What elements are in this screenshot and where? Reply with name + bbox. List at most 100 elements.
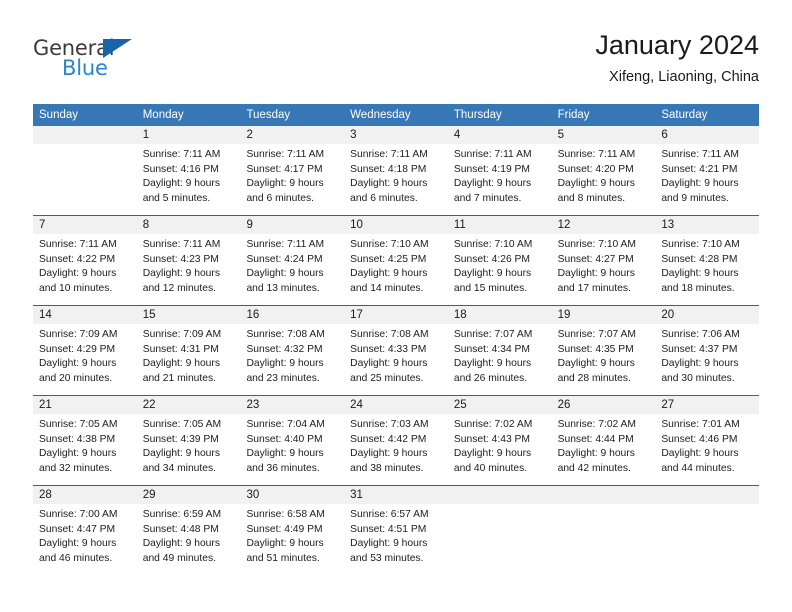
day-cell[interactable]: Sunrise: 7:04 AM Sunset: 4:40 PM Daylight:… xyxy=(240,414,344,485)
sunset-text: Sunset: 4:26 PM xyxy=(453,253,531,265)
daylight-text: Daylight: 9 hours and 25 minutes. xyxy=(350,358,428,385)
day-cell[interactable]: Sunrise: 7:11 AM Sunset: 4:24 PM Daylight:… xyxy=(240,234,344,305)
daylight-text: Daylight: 9 hours and 8 minutes. xyxy=(557,178,635,205)
day-cell[interactable]: Sunrise: 7:08 AM Sunset: 4:32 PM Daylight:… xyxy=(240,324,344,395)
day-number[interactable]: 8 xyxy=(137,216,241,234)
day-cell[interactable]: Sunrise: 6:59 AM Sunset: 4:48 PM Daylight:… xyxy=(137,504,241,578)
day-cell[interactable]: Sunrise: 7:10 AM Sunset: 4:27 PM Daylight:… xyxy=(552,234,656,305)
day-cell[interactable]: Sunrise: 7:00 AM Sunset: 4:47 PM Daylight:… xyxy=(33,504,137,578)
daylight-text: Daylight: 9 hours and 18 minutes. xyxy=(661,268,739,295)
day-number[interactable]: 19 xyxy=(552,306,656,324)
day-number[interactable]: 16 xyxy=(240,306,344,324)
day-cell[interactable]: Sunrise: 7:06 AM Sunset: 4:37 PM Daylight:… xyxy=(655,324,759,395)
day-cell[interactable]: Sunrise: 7:10 AM Sunset: 4:25 PM Daylight:… xyxy=(344,234,448,305)
day-cell[interactable]: Sunrise: 7:09 AM Sunset: 4:29 PM Daylight:… xyxy=(33,324,137,395)
day-cell[interactable]: Sunrise: 6:57 AM Sunset: 4:51 PM Daylight:… xyxy=(344,504,448,578)
generalblue-logo[interactable]: General Blue xyxy=(33,36,233,92)
day-cell[interactable]: Sunrise: 7:11 AM Sunset: 4:23 PM Daylight:… xyxy=(137,234,241,305)
sunset-text: Sunset: 4:38 PM xyxy=(39,433,116,445)
daylight-text: Daylight: 9 hours and 34 minutes. xyxy=(142,448,220,475)
day-cell[interactable]: Sunrise: 7:11 AM Sunset: 4:19 PM Daylight:… xyxy=(448,144,552,215)
day-cell[interactable]: Sunrise: 7:09 AM Sunset: 4:31 PM Daylight:… xyxy=(137,324,241,395)
calendar-week-row: 28 29 30 31 Sunrise: 7:00 AM Sunset: 4:47 PM D… xyxy=(33,485,759,578)
day-number[interactable]: 17 xyxy=(344,306,448,324)
day-detail-row: Sunrise: 7:11 AM Sunset: 4:22 PM Daylight:… xyxy=(33,234,759,305)
sunrise-text: Sunrise: 7:11 AM xyxy=(453,149,532,160)
day-number[interactable]: 18 xyxy=(448,306,552,324)
day-number[interactable]: 26 xyxy=(552,396,656,414)
day-cell[interactable]: Sunrise: 7:10 AM Sunset: 4:28 PM Daylight:… xyxy=(655,234,759,305)
day-number[interactable]: 3 xyxy=(344,126,448,144)
day-cell[interactable]: Sunrise: 7:07 AM Sunset: 4:34 PM Daylight:… xyxy=(448,324,552,395)
day-cell[interactable]: Sunrise: 7:11 AM Sunset: 4:21 PM Daylight:… xyxy=(655,144,759,215)
day-number[interactable]: 1 xyxy=(137,126,241,144)
sunrise-text: Sunrise: 7:11 AM xyxy=(661,149,739,160)
day-cell[interactable]: Sunrise: 7:11 AM Sunset: 4:22 PM Daylight:… xyxy=(33,234,137,305)
sunrise-text: Sunrise: 7:07 AM xyxy=(453,329,533,340)
day-number[interactable]: 9 xyxy=(240,216,344,234)
day-cell[interactable]: Sunrise: 7:01 AM Sunset: 4:46 PM Daylight:… xyxy=(655,414,759,485)
daylight-text: Daylight: 9 hours and 44 minutes. xyxy=(661,448,739,475)
sunset-text: Sunset: 4:25 PM xyxy=(350,253,427,265)
day-cell[interactable]: Sunrise: 7:11 AM Sunset: 4:20 PM Daylight:… xyxy=(552,144,656,215)
calendar-grid: Sunday Monday Tuesday Wednesday Thursday… xyxy=(33,104,759,578)
daylight-text: Daylight: 9 hours and 46 minutes. xyxy=(39,538,117,565)
day-number[interactable]: 12 xyxy=(552,216,656,234)
day-number[interactable]: 29 xyxy=(137,486,241,504)
calendar-week-row: 21 22 23 24 25 26 27 Sunrise: 7:05 AM Sunset: 4:… xyxy=(33,395,759,485)
day-number[interactable]: 24 xyxy=(344,396,448,414)
day-number[interactable]: 23 xyxy=(240,396,344,414)
sunset-text: Sunset: 4:29 PM xyxy=(39,343,116,355)
day-number[interactable]: 13 xyxy=(655,216,759,234)
daylight-text: Daylight: 9 hours and 51 minutes. xyxy=(246,538,324,565)
calendar-week-row: 14 15 16 17 18 19 20 Sunrise: 7:09 AM Sunset: 4:… xyxy=(33,305,759,395)
page-header: General Blue January 2024 Xifeng, Liaoni… xyxy=(33,28,759,96)
day-number[interactable]: 6 xyxy=(655,126,759,144)
page-subtitle: Xifeng, Liaoning, China xyxy=(609,69,759,85)
day-cell[interactable]: Sunrise: 7:11 AM Sunset: 4:18 PM Daylight:… xyxy=(344,144,448,215)
sunrise-text: Sunrise: 7:05 AM xyxy=(39,419,118,430)
daylight-text: Daylight: 9 hours and 53 minutes. xyxy=(350,538,428,565)
day-number[interactable]: 28 xyxy=(33,486,137,504)
day-cell[interactable]: Sunrise: 7:02 AM Sunset: 4:44 PM Daylight:… xyxy=(552,414,656,485)
day-number-row: 28 29 30 31 xyxy=(33,486,759,504)
day-cell[interactable]: Sunrise: 6:58 AM Sunset: 4:49 PM Daylight:… xyxy=(240,504,344,578)
day-cell[interactable]: Sunrise: 7:02 AM Sunset: 4:43 PM Daylight:… xyxy=(448,414,552,485)
daylight-text: Daylight: 9 hours and 12 minutes. xyxy=(142,268,220,295)
day-number[interactable]: 21 xyxy=(33,396,137,414)
sunset-text: Sunset: 4:43 PM xyxy=(453,433,531,445)
daylight-text: Daylight: 9 hours and 32 minutes. xyxy=(39,448,117,475)
day-number[interactable]: 15 xyxy=(137,306,241,324)
sunset-text: Sunset: 4:44 PM xyxy=(557,433,634,445)
day-cell[interactable]: Sunrise: 7:05 AM Sunset: 4:39 PM Daylight:… xyxy=(137,414,241,485)
day-number[interactable]: 11 xyxy=(448,216,552,234)
day-cell[interactable]: Sunrise: 7:10 AM Sunset: 4:26 PM Daylight:… xyxy=(448,234,552,305)
day-cell[interactable]: Sunrise: 7:08 AM Sunset: 4:33 PM Daylight:… xyxy=(344,324,448,395)
day-number[interactable]: 22 xyxy=(137,396,241,414)
sunrise-text: Sunrise: 7:02 AM xyxy=(557,419,637,430)
day-number[interactable]: 31 xyxy=(344,486,448,504)
day-number[interactable]: 7 xyxy=(33,216,137,234)
day-cell[interactable]: Sunrise: 7:03 AM Sunset: 4:42 PM Daylight:… xyxy=(344,414,448,485)
day-number[interactable]: 30 xyxy=(240,486,344,504)
day-cell[interactable]: Sunrise: 7:11 AM Sunset: 4:17 PM Daylight:… xyxy=(240,144,344,215)
day-cell[interactable]: Sunrise: 7:05 AM Sunset: 4:38 PM Daylight:… xyxy=(33,414,137,485)
day-number[interactable]: 5 xyxy=(552,126,656,144)
daylight-text: Daylight: 9 hours and 7 minutes. xyxy=(453,178,532,205)
day-number[interactable]: 27 xyxy=(655,396,759,414)
day-number[interactable]: 20 xyxy=(655,306,759,324)
sunset-text: Sunset: 4:47 PM xyxy=(39,523,116,535)
day-number[interactable]: 25 xyxy=(448,396,552,414)
day-cell[interactable]: Sunrise: 7:07 AM Sunset: 4:35 PM Daylight:… xyxy=(552,324,656,395)
daylight-text: Daylight: 9 hours and 9 minutes. xyxy=(661,178,739,205)
day-number[interactable]: 4 xyxy=(448,126,552,144)
day-number-row: 14 15 16 17 18 19 20 xyxy=(33,306,759,324)
sunset-text: Sunset: 4:20 PM xyxy=(557,163,634,175)
day-number[interactable]: 14 xyxy=(33,306,137,324)
day-number[interactable]: 10 xyxy=(344,216,448,234)
daylight-text: Daylight: 9 hours and 13 minutes. xyxy=(246,268,324,295)
day-cell[interactable]: Sunrise: 7:11 AM Sunset: 4:16 PM Daylight:… xyxy=(137,144,241,215)
weekday-header-thursday: Thursday xyxy=(453,109,502,121)
sunset-text: Sunset: 4:27 PM xyxy=(557,253,634,265)
day-number[interactable]: 2 xyxy=(240,126,344,144)
